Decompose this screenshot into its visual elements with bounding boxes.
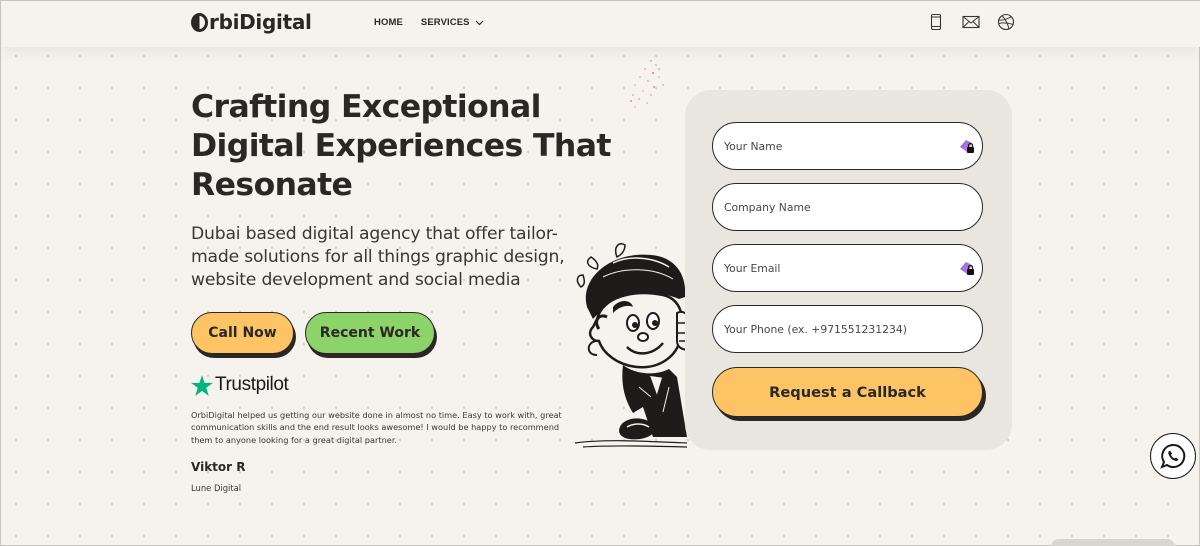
- confetti-decoration: [630, 60, 664, 108]
- logo[interactable]: rbiDigital: [191, 10, 312, 34]
- bottom-tab[interactable]: [1051, 539, 1175, 546]
- whatsapp-button[interactable]: [1150, 433, 1196, 479]
- whatsapp-icon: [1160, 443, 1186, 469]
- review-text: OrbiDigital helped us getting our websit…: [191, 410, 562, 445]
- logo-o-icon: [191, 12, 208, 32]
- callback-form: Request a Callback: [685, 90, 1012, 450]
- phone-input[interactable]: [724, 322, 954, 336]
- trustpilot-star-icon: [191, 374, 213, 396]
- reviewer-company: Lune Digital: [191, 483, 242, 493]
- request-callback-button[interactable]: Request a Callback: [712, 367, 983, 417]
- nav-services[interactable]: SERVICES: [421, 17, 484, 28]
- password-manager-icon[interactable]: [958, 260, 976, 278]
- mail-icon[interactable]: [962, 13, 980, 31]
- phone-icon[interactable]: [927, 13, 945, 31]
- nav-services-label: SERVICES: [420, 17, 470, 28]
- hero-title-line: Digital Experiences That: [191, 128, 611, 164]
- site-header: rbiDigital HOME SERVICES: [1, 1, 1200, 47]
- name-input[interactable]: [724, 139, 954, 153]
- mascot-illustration: [574, 243, 689, 448]
- reviewer-name: Viktor R: [191, 460, 246, 474]
- trustpilot-label: Trustpilot: [215, 374, 289, 395]
- recent-work-button[interactable]: Recent Work: [305, 312, 435, 354]
- password-manager-icon[interactable]: [958, 138, 976, 156]
- hero-title: Crafting Exceptional Digital Experiences…: [191, 88, 621, 205]
- logo-text: rbiDigital: [209, 10, 312, 34]
- company-field[interactable]: [712, 183, 983, 231]
- email-input[interactable]: [724, 261, 954, 275]
- company-input[interactable]: [724, 200, 954, 214]
- dribbble-icon[interactable]: [997, 13, 1015, 31]
- main-nav: HOME SERVICES: [374, 17, 484, 28]
- nav-home[interactable]: HOME: [374, 17, 403, 28]
- email-field[interactable]: [712, 244, 983, 292]
- chevron-down-icon: [475, 20, 484, 25]
- name-field[interactable]: [712, 122, 983, 170]
- hero-title-line: Resonate: [191, 167, 353, 203]
- hero-title-line: Crafting Exceptional: [191, 89, 541, 125]
- trustpilot-logo[interactable]: Trustpilot: [191, 374, 289, 396]
- header-icons: [927, 13, 1015, 31]
- hero-subtitle: Dubai based digital agency that offer ta…: [191, 224, 565, 290]
- phone-field[interactable]: [712, 305, 983, 353]
- nav-home-label: HOME: [374, 17, 403, 28]
- call-now-button[interactable]: Call Now: [191, 312, 294, 354]
